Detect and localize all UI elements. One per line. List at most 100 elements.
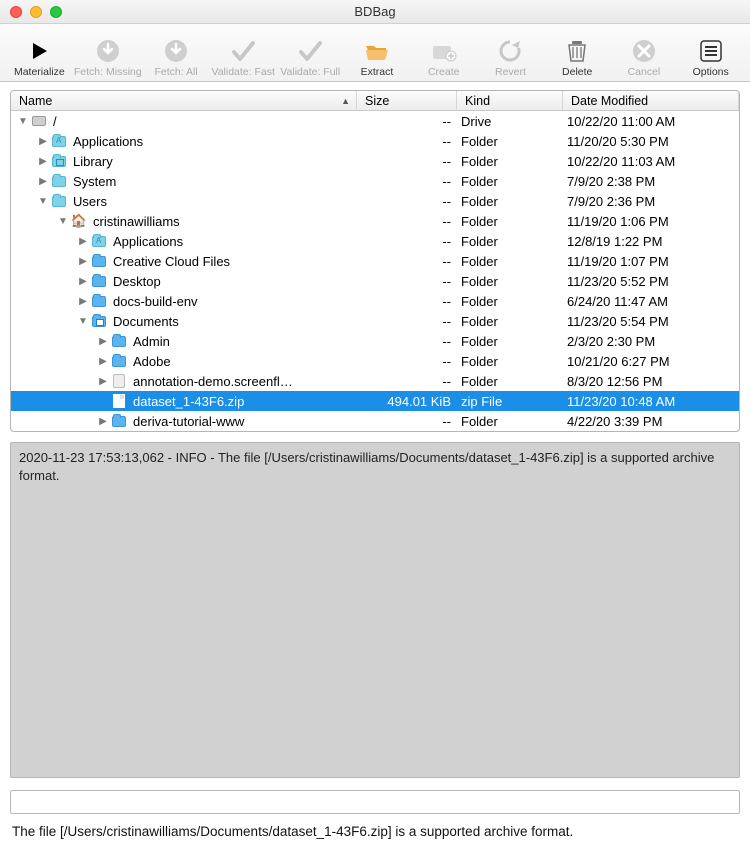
options-button[interactable]: Options xyxy=(679,37,742,78)
file-size: -- xyxy=(357,314,457,329)
file-date: 7/9/20 2:36 PM xyxy=(563,194,739,209)
toolbar-label: Options xyxy=(693,66,729,78)
table-row[interactable]: ▶Adobe--Folder10/21/20 6:27 PM xyxy=(11,351,739,371)
revert-button: Revert xyxy=(479,37,542,78)
file-kind: Folder xyxy=(457,274,563,289)
table-row[interactable]: ▶Admin--Folder2/3/20 2:30 PM xyxy=(11,331,739,351)
file-size: -- xyxy=(357,174,457,189)
toolbar-label: Fetch: All xyxy=(155,66,198,78)
toolbar-label: Extract xyxy=(361,66,394,78)
window-title: BDBag xyxy=(0,4,750,19)
toolbar-label: Fetch: Missing xyxy=(74,66,142,78)
table-row[interactable]: ▶Library--Folder10/22/20 11:03 AM xyxy=(11,151,739,171)
table-row[interactable]: ▶deriva-tutorial-www--Folder4/22/20 3:39… xyxy=(11,411,739,431)
column-header-name[interactable]: Name▲ xyxy=(11,91,357,110)
file-kind: Folder xyxy=(457,254,563,269)
window-controls xyxy=(0,6,62,18)
file-icon xyxy=(111,373,127,389)
file-icon xyxy=(91,293,107,309)
file-size: -- xyxy=(357,334,457,349)
toolbar-label: Revert xyxy=(495,66,526,78)
file-date: 10/21/20 6:27 PM xyxy=(563,354,739,369)
file-icon xyxy=(51,133,67,149)
disclosure-open-icon[interactable]: ▼ xyxy=(17,116,29,127)
disclosure-closed-icon[interactable]: ▶ xyxy=(77,276,89,287)
minimize-icon[interactable] xyxy=(30,6,42,18)
file-kind: zip File xyxy=(457,394,563,409)
file-size: -- xyxy=(357,114,457,129)
delete-button[interactable]: Delete xyxy=(546,37,609,78)
file-kind: Folder xyxy=(457,354,563,369)
file-icon: 🏠 xyxy=(71,213,87,229)
file-size: -- xyxy=(357,234,457,249)
table-row[interactable]: ▶Desktop--Folder11/23/20 5:52 PM xyxy=(11,271,739,291)
file-kind: Folder xyxy=(457,134,563,149)
disclosure-open-icon[interactable]: ▼ xyxy=(57,216,69,227)
column-header-date[interactable]: Date Modified xyxy=(563,91,739,110)
disclosure-closed-icon[interactable]: ▶ xyxy=(97,356,109,367)
file-name: docs-build-env xyxy=(113,294,198,309)
toolbar-label: Cancel xyxy=(628,66,661,78)
file-name: Documents xyxy=(113,314,179,329)
fetch-missing-button: Fetch: Missing xyxy=(75,37,141,78)
file-size: -- xyxy=(357,134,457,149)
file-kind: Folder xyxy=(457,314,563,329)
table-row[interactable]: ▼🏠cristinawilliams--Folder11/19/20 1:06 … xyxy=(11,211,739,231)
toolbar-label: Materialize xyxy=(14,66,65,78)
file-name: Users xyxy=(73,194,107,209)
table-row[interactable]: ▼Users--Folder7/9/20 2:36 PM xyxy=(11,191,739,211)
table-row[interactable]: ▶Creative Cloud Files--Folder11/19/20 1:… xyxy=(11,251,739,271)
table-row[interactable]: ▼Documents--Folder11/23/20 5:54 PM xyxy=(11,311,739,331)
disclosure-closed-icon[interactable]: ▶ xyxy=(77,236,89,247)
file-tree-panel: Name▲ Size Kind Date Modified ▼/--Drive1… xyxy=(10,90,740,432)
file-icon xyxy=(91,253,107,269)
maximize-icon[interactable] xyxy=(50,6,62,18)
file-date: 7/9/20 2:38 PM xyxy=(563,174,739,189)
file-kind: Folder xyxy=(457,234,563,249)
status-bar: The file [/Users/cristinawilliams/Docume… xyxy=(10,824,740,839)
file-date: 2/3/20 2:30 PM xyxy=(563,334,739,349)
file-date: 11/23/20 5:52 PM xyxy=(563,274,739,289)
disclosure-closed-icon[interactable]: ▶ xyxy=(77,256,89,267)
table-row[interactable]: ▶System--Folder7/9/20 2:38 PM xyxy=(11,171,739,191)
file-icon xyxy=(51,193,67,209)
file-size: -- xyxy=(357,274,457,289)
sort-indicator-icon: ▲ xyxy=(341,96,350,106)
file-date: 11/19/20 1:07 PM xyxy=(563,254,739,269)
materialize-button[interactable]: Materialize xyxy=(8,37,71,78)
revert-icon xyxy=(496,37,524,65)
extract-button[interactable]: Extract xyxy=(346,37,409,78)
toolbar-label: Delete xyxy=(562,66,592,78)
column-header-kind[interactable]: Kind xyxy=(457,91,563,110)
disclosure-closed-icon[interactable]: ▶ xyxy=(37,136,49,147)
disclosure-closed-icon[interactable]: ▶ xyxy=(77,296,89,307)
file-kind: Folder xyxy=(457,414,563,429)
validate-full-button: Validate: Full xyxy=(279,37,342,78)
table-row[interactable]: ▶Applications--Folder12/8/19 1:22 PM xyxy=(11,231,739,251)
close-icon[interactable] xyxy=(10,6,22,18)
file-rows[interactable]: ▼/--Drive10/22/20 11:00 AM▶Applications-… xyxy=(11,111,739,431)
table-row[interactable]: ▶dataset_1-43F6.zip494.01 KiBzip File11/… xyxy=(11,391,739,411)
disclosure-closed-icon[interactable]: ▶ xyxy=(97,336,109,347)
download-icon xyxy=(94,37,122,65)
file-size: -- xyxy=(357,354,457,369)
file-name: Applications xyxy=(73,134,143,149)
disclosure-closed-icon[interactable]: ▶ xyxy=(97,376,109,387)
download-icon xyxy=(162,37,190,65)
disclosure-closed-icon[interactable]: ▶ xyxy=(37,156,49,167)
file-icon xyxy=(111,333,127,349)
table-row[interactable]: ▶docs-build-env--Folder6/24/20 11:47 AM xyxy=(11,291,739,311)
file-size: -- xyxy=(357,154,457,169)
file-kind: Folder xyxy=(457,334,563,349)
table-row[interactable]: ▶annotation-demo.screenfl…--Folder8/3/20… xyxy=(11,371,739,391)
table-row[interactable]: ▶Applications--Folder11/20/20 5:30 PM xyxy=(11,131,739,151)
play-icon xyxy=(25,37,53,65)
column-header-size[interactable]: Size xyxy=(357,91,457,110)
disclosure-closed-icon[interactable]: ▶ xyxy=(37,176,49,187)
command-input[interactable] xyxy=(10,790,740,814)
disclosure-open-icon[interactable]: ▼ xyxy=(77,316,89,327)
file-date: 4/22/20 3:39 PM xyxy=(563,414,739,429)
disclosure-open-icon[interactable]: ▼ xyxy=(37,196,49,207)
table-row[interactable]: ▼/--Drive10/22/20 11:00 AM xyxy=(11,111,739,131)
disclosure-closed-icon[interactable]: ▶ xyxy=(97,416,109,427)
